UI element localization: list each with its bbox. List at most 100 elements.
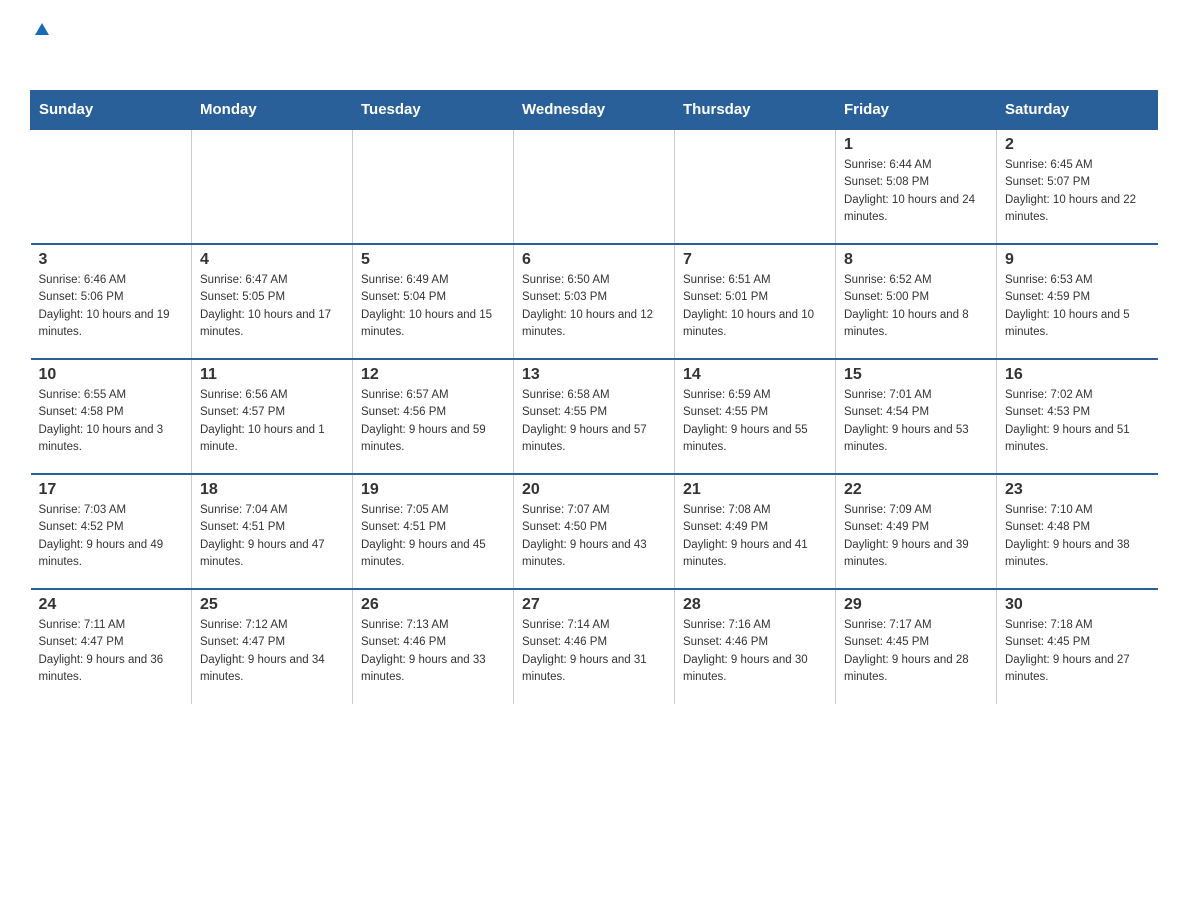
day-info: Sunrise: 6:49 AMSunset: 5:04 PMDaylight:…: [361, 272, 505, 341]
day-info: Sunrise: 7:07 AMSunset: 4:50 PMDaylight:…: [522, 502, 666, 571]
calendar-cell: 4 Sunrise: 6:47 AMSunset: 5:05 PMDaylight…: [192, 244, 353, 359]
header-day-saturday: Saturday: [997, 91, 1158, 130]
day-info: Sunrise: 6:50 AMSunset: 5:03 PMDaylight:…: [522, 272, 666, 341]
day-number: 23: [1005, 481, 1150, 499]
day-number: 5: [361, 251, 505, 269]
calendar-cell: 6 Sunrise: 6:50 AMSunset: 5:03 PMDaylight…: [514, 244, 675, 359]
calendar-cell: 13Sunrise: 6:58 AMSunset: 4:55 PMDayligh…: [514, 359, 675, 474]
day-info: Sunrise: 6:51 AMSunset: 5:01 PMDaylight:…: [683, 272, 827, 341]
day-number: 2: [1005, 136, 1150, 154]
header: [30, 20, 1158, 70]
day-info: Sunrise: 6:47 AMSunset: 5:05 PMDaylight:…: [200, 272, 344, 341]
day-number: 21: [683, 481, 827, 499]
logo-triangle-icon: [33, 19, 51, 42]
day-info: Sunrise: 7:08 AMSunset: 4:49 PMDaylight:…: [683, 502, 827, 571]
calendar-cell: [675, 129, 836, 244]
calendar-cell: 16Sunrise: 7:02 AMSunset: 4:53 PMDayligh…: [997, 359, 1158, 474]
day-number: 17: [39, 481, 184, 499]
day-info: Sunrise: 6:46 AMSunset: 5:06 PMDaylight:…: [39, 272, 184, 341]
day-info: Sunrise: 7:05 AMSunset: 4:51 PMDaylight:…: [361, 502, 505, 571]
header-day-friday: Friday: [836, 91, 997, 130]
calendar-cell: 30 Sunrise: 7:18 AMSunset: 4:45 PMDayligh…: [997, 589, 1158, 704]
day-number: 29: [844, 596, 988, 614]
logo-blue-text: [30, 43, 32, 69]
day-number: 27: [522, 596, 666, 614]
day-number: 10: [39, 366, 184, 384]
calendar-cell: 5 Sunrise: 6:49 AMSunset: 5:04 PMDaylight…: [353, 244, 514, 359]
header-day-monday: Monday: [192, 91, 353, 130]
calendar-cell: 26 Sunrise: 7:13 AMSunset: 4:46 PMDayligh…: [353, 589, 514, 704]
calendar-cell: 15 Sunrise: 7:01 AMSunset: 4:54 PMDayligh…: [836, 359, 997, 474]
calendar-cell: 8Sunrise: 6:52 AMSunset: 5:00 PMDaylight…: [836, 244, 997, 359]
day-info: Sunrise: 7:09 AMSunset: 4:49 PMDaylight:…: [844, 502, 988, 571]
calendar-cell: 10Sunrise: 6:55 AMSunset: 4:58 PMDayligh…: [31, 359, 192, 474]
calendar-cell: 11 Sunrise: 6:56 AMSunset: 4:57 PMDayligh…: [192, 359, 353, 474]
calendar-cell: 20Sunrise: 7:07 AMSunset: 4:50 PMDayligh…: [514, 474, 675, 589]
day-info: Sunrise: 6:44 AMSunset: 5:08 PMDaylight:…: [844, 157, 988, 226]
day-info: Sunrise: 7:14 AMSunset: 4:46 PMDaylight:…: [522, 617, 666, 686]
day-number: 30: [1005, 596, 1150, 614]
day-number: 9: [1005, 251, 1150, 269]
calendar-cell: 27 Sunrise: 7:14 AMSunset: 4:46 PMDayligh…: [514, 589, 675, 704]
day-number: 7: [683, 251, 827, 269]
day-number: 25: [200, 596, 344, 614]
header-day-wednesday: Wednesday: [514, 91, 675, 130]
day-number: 11: [200, 366, 344, 384]
calendar-cell: 14Sunrise: 6:59 AMSunset: 4:55 PMDayligh…: [675, 359, 836, 474]
day-info: Sunrise: 7:04 AMSunset: 4:51 PMDaylight:…: [200, 502, 344, 571]
day-info: Sunrise: 7:01 AMSunset: 4:54 PMDaylight:…: [844, 387, 988, 456]
day-info: Sunrise: 7:10 AMSunset: 4:48 PMDaylight:…: [1005, 502, 1150, 571]
day-number: 6: [522, 251, 666, 269]
day-number: 12: [361, 366, 505, 384]
calendar-cell: 3 Sunrise: 6:46 AMSunset: 5:06 PMDaylight…: [31, 244, 192, 359]
calendar-week-row: 17 Sunrise: 7:03 AMSunset: 4:52 PMDayligh…: [31, 474, 1158, 589]
day-number: 26: [361, 596, 505, 614]
day-number: 18: [200, 481, 344, 499]
calendar-cell: 21 Sunrise: 7:08 AMSunset: 4:49 PMDayligh…: [675, 474, 836, 589]
day-number: 15: [844, 366, 988, 384]
calendar-week-row: 3 Sunrise: 6:46 AMSunset: 5:06 PMDaylight…: [31, 244, 1158, 359]
calendar-table: SundayMondayTuesdayWednesdayThursdayFrid…: [30, 90, 1158, 704]
day-number: 1: [844, 136, 988, 154]
day-number: 24: [39, 596, 184, 614]
calendar-cell: 17 Sunrise: 7:03 AMSunset: 4:52 PMDayligh…: [31, 474, 192, 589]
calendar-cell: 19 Sunrise: 7:05 AMSunset: 4:51 PMDayligh…: [353, 474, 514, 589]
day-info: Sunrise: 7:12 AMSunset: 4:47 PMDaylight:…: [200, 617, 344, 686]
calendar-cell: 7 Sunrise: 6:51 AMSunset: 5:01 PMDaylight…: [675, 244, 836, 359]
day-info: Sunrise: 6:56 AMSunset: 4:57 PMDaylight:…: [200, 387, 344, 456]
calendar-cell: 1 Sunrise: 6:44 AMSunset: 5:08 PMDaylight…: [836, 129, 997, 244]
day-info: Sunrise: 6:45 AMSunset: 5:07 PMDaylight:…: [1005, 157, 1150, 226]
calendar-cell: [192, 129, 353, 244]
day-number: 28: [683, 596, 827, 614]
day-info: Sunrise: 7:02 AMSunset: 4:53 PMDaylight:…: [1005, 387, 1150, 456]
day-number: 13: [522, 366, 666, 384]
day-number: 4: [200, 251, 344, 269]
calendar-week-row: 10Sunrise: 6:55 AMSunset: 4:58 PMDayligh…: [31, 359, 1158, 474]
calendar-cell: [31, 129, 192, 244]
calendar-cell: 25 Sunrise: 7:12 AMSunset: 4:47 PMDayligh…: [192, 589, 353, 704]
calendar-week-row: 1 Sunrise: 6:44 AMSunset: 5:08 PMDaylight…: [31, 129, 1158, 244]
day-info: Sunrise: 6:53 AMSunset: 4:59 PMDaylight:…: [1005, 272, 1150, 341]
day-number: 3: [39, 251, 184, 269]
day-info: Sunrise: 7:11 AMSunset: 4:47 PMDaylight:…: [39, 617, 184, 686]
calendar-cell: [353, 129, 514, 244]
day-info: Sunrise: 6:59 AMSunset: 4:55 PMDaylight:…: [683, 387, 827, 456]
calendar-cell: 29Sunrise: 7:17 AMSunset: 4:45 PMDayligh…: [836, 589, 997, 704]
calendar-cell: 9 Sunrise: 6:53 AMSunset: 4:59 PMDaylight…: [997, 244, 1158, 359]
day-info: Sunrise: 7:03 AMSunset: 4:52 PMDaylight:…: [39, 502, 184, 571]
day-number: 8: [844, 251, 988, 269]
calendar-week-row: 24 Sunrise: 7:11 AMSunset: 4:47 PMDayligh…: [31, 589, 1158, 704]
calendar-cell: 24 Sunrise: 7:11 AMSunset: 4:47 PMDayligh…: [31, 589, 192, 704]
header-day-tuesday: Tuesday: [353, 91, 514, 130]
calendar-cell: 23 Sunrise: 7:10 AMSunset: 4:48 PMDayligh…: [997, 474, 1158, 589]
day-number: 22: [844, 481, 988, 499]
calendar-cell: 18 Sunrise: 7:04 AMSunset: 4:51 PMDayligh…: [192, 474, 353, 589]
day-info: Sunrise: 7:13 AMSunset: 4:46 PMDaylight:…: [361, 617, 505, 686]
calendar-cell: 28Sunrise: 7:16 AMSunset: 4:46 PMDayligh…: [675, 589, 836, 704]
calendar-cell: [514, 129, 675, 244]
calendar-header-row: SundayMondayTuesdayWednesdayThursdayFrid…: [31, 91, 1158, 130]
day-number: 19: [361, 481, 505, 499]
calendar-cell: 22 Sunrise: 7:09 AMSunset: 4:49 PMDayligh…: [836, 474, 997, 589]
calendar-cell: 12Sunrise: 6:57 AMSunset: 4:56 PMDayligh…: [353, 359, 514, 474]
day-info: Sunrise: 7:18 AMSunset: 4:45 PMDaylight:…: [1005, 617, 1150, 686]
